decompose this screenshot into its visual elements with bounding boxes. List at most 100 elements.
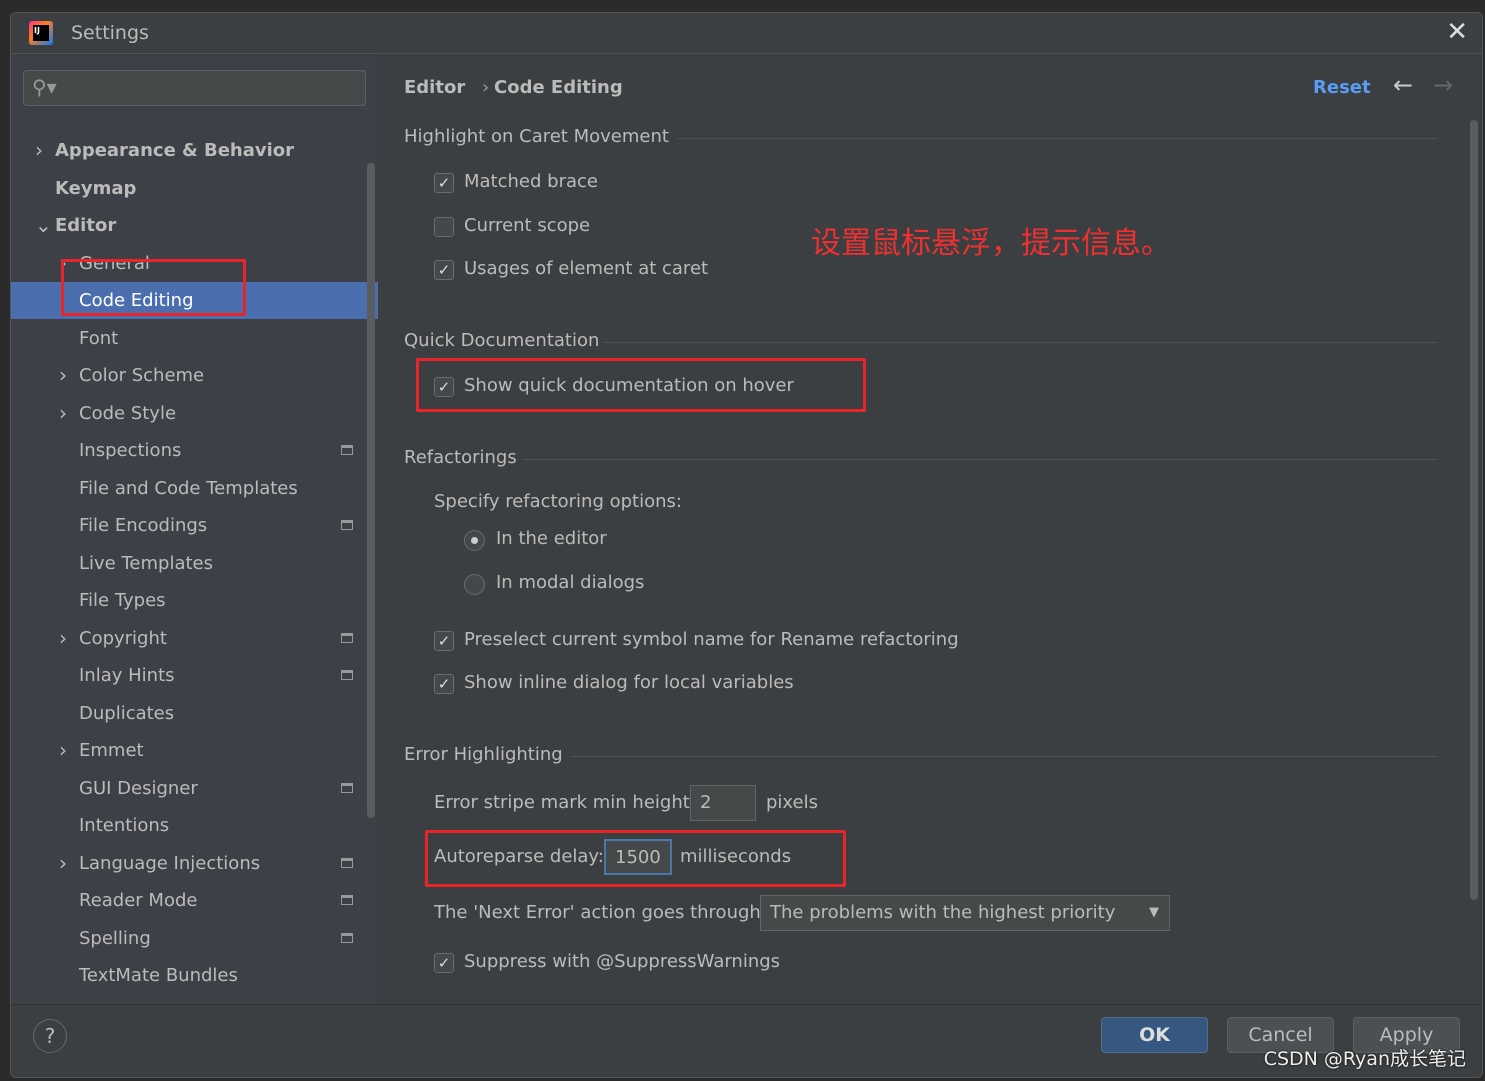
chevron-right-icon[interactable]: › — [59, 620, 67, 657]
section-quickdoc-title: Quick Documentation — [404, 330, 600, 351]
inline-dialog-label: Show inline dialog for local variables — [464, 672, 794, 693]
chevron-right-icon[interactable]: › — [59, 732, 67, 769]
tree-item-label: Color Scheme — [79, 365, 205, 386]
stripe-height-label: Error stripe mark min height: — [434, 792, 696, 813]
matched-brace-checkbox[interactable]: ✓ — [434, 173, 454, 193]
tree-item-label: Intentions — [79, 815, 170, 836]
tree-item-label: Keymap — [55, 177, 137, 199]
tree-item-label: Code Style — [79, 402, 177, 424]
tree-item[interactable]: Font — [11, 320, 378, 357]
title-bar: IJ Settings ✕ — [11, 13, 1482, 54]
breadcrumb-code-editing: Code Editing — [494, 77, 623, 98]
breadcrumb-editor[interactable]: Editor — [404, 77, 465, 98]
project-scope-icon — [341, 932, 353, 943]
project-scope-icon — [341, 895, 353, 905]
divider — [603, 342, 1438, 343]
divider — [570, 756, 1438, 757]
tree-item-label: TextMate Bundles — [79, 965, 238, 986]
stripe-height-input[interactable]: 2 — [690, 785, 756, 821]
settings-sidebar: ⚲▾ › Appearance & Behavior Keymap ⌄ Editor › G… — [11, 55, 378, 1024]
next-error-dropdown[interactable]: The problems with the highest priority ▼ — [760, 895, 1170, 931]
in-editor-radio[interactable] — [464, 530, 485, 551]
tree-item-label: Inspections — [79, 440, 182, 461]
help-button[interactable]: ? — [33, 1019, 67, 1053]
tree-item-label: Emmet — [79, 740, 144, 761]
tree-item-label: Font — [79, 327, 119, 349]
in-modal-radio[interactable] — [464, 574, 485, 595]
tree-item[interactable]: Inspections — [11, 432, 378, 469]
tree-item[interactable]: Spelling — [11, 920, 378, 957]
ok-button[interactable]: OK — [1101, 1017, 1208, 1053]
main-scrollbar[interactable] — [1470, 120, 1478, 900]
usages-label: Usages of element at caret — [464, 258, 709, 279]
tree-item-label: Appearance & Behavior — [55, 140, 295, 161]
project-scope-icon — [341, 670, 353, 680]
section-error-title: Error Highlighting — [404, 744, 563, 765]
project-scope-icon — [341, 782, 353, 793]
tree-item[interactable]: › Copyright — [11, 620, 378, 657]
tree-item-label: Inlay Hints — [79, 665, 175, 686]
tree-item-label: Duplicates — [79, 702, 175, 724]
tree-item-label: Copyright — [79, 627, 167, 649]
tree-item-label: Editor — [55, 215, 117, 236]
tree-item[interactable]: › Emmet — [11, 732, 378, 769]
watermark: CSDN @Ryan成长笔记 — [1263, 1048, 1466, 1070]
matched-brace-label: Matched brace — [464, 171, 598, 192]
chevron-down-icon: ▼ — [1149, 905, 1159, 920]
tree-item[interactable]: Keymap — [11, 170, 378, 207]
inline-dialog-checkbox[interactable]: ✓ — [434, 674, 454, 694]
sidebar-scrollbar[interactable] — [367, 163, 375, 818]
main-panel: Editor › Code Editing Reset ← → Highligh… — [378, 55, 1482, 1004]
preselect-checkbox[interactable]: ✓ — [434, 631, 454, 651]
suppress-label: Suppress with @SuppressWarnings — [464, 951, 781, 972]
current-scope-checkbox[interactable] — [434, 217, 454, 237]
current-scope-label: Current scope — [464, 215, 591, 236]
section-caret-title: Highlight on Caret Movement — [404, 126, 669, 147]
tree-item-label: Reader Mode — [79, 890, 198, 911]
tree-item[interactable]: › Language Injections — [11, 845, 378, 882]
chevron-right-icon[interactable]: › — [35, 132, 43, 169]
arrow-right-icon[interactable]: → — [1433, 71, 1453, 99]
tree-item-label: GUI Designer — [79, 777, 198, 799]
tree-item[interactable]: › Color Scheme — [11, 357, 378, 394]
tree-item[interactable]: Reader Mode — [11, 882, 378, 919]
tree-item-label: Live Templates — [79, 552, 213, 574]
tree-item[interactable]: TextMate Bundles — [11, 957, 378, 994]
in-editor-label: In the editor — [496, 528, 607, 549]
in-modal-label: In modal dialogs — [496, 572, 645, 593]
tree-item[interactable]: › Code Style — [11, 395, 378, 432]
usages-checkbox[interactable]: ✓ — [434, 260, 454, 280]
tree-item-label: Spelling — [79, 927, 151, 949]
tree-item[interactable]: Live Templates — [11, 545, 378, 582]
tree-item[interactable]: File Encodings — [11, 507, 378, 544]
tree-item-label: File and Code Templates — [79, 477, 298, 499]
breadcrumb-separator-icon: › — [482, 77, 490, 98]
close-icon[interactable]: ✕ — [1446, 17, 1468, 47]
section-refactor-title: Refactorings — [404, 447, 517, 468]
chevron-right-icon[interactable]: › — [59, 845, 67, 882]
tree-item-label: File Types — [79, 590, 166, 611]
annotation-text: 设置鼠标悬浮，提示信息。 — [811, 226, 1171, 261]
tree-item[interactable]: Inlay Hints — [11, 657, 378, 694]
next-error-label: The 'Next Error' action goes through: — [434, 902, 767, 923]
project-scope-icon — [341, 632, 353, 643]
tree-item[interactable]: File Types — [11, 582, 378, 619]
search-input[interactable]: ⚲▾ — [23, 70, 366, 106]
chevron-right-icon[interactable]: › — [59, 357, 67, 394]
tree-item[interactable]: Duplicates — [11, 695, 378, 732]
suppress-checkbox[interactable]: ✓ — [434, 953, 454, 973]
settings-dialog: IJ Settings ✕ ⚲▾ › Appearance & Behavior K… — [10, 12, 1483, 1078]
tree-item[interactable]: File and Code Templates — [11, 470, 378, 507]
preselect-label: Preselect current symbol name for Rename… — [464, 629, 959, 650]
tree-item-label: Language Injections — [79, 852, 261, 874]
chevron-down-icon[interactable]: ⌄ — [35, 207, 52, 244]
tree-item[interactable]: Intentions — [11, 807, 378, 844]
tree-item[interactable]: ⌄ Editor — [11, 207, 378, 244]
tree-item[interactable]: › Appearance & Behavior — [11, 132, 378, 169]
arrow-left-icon[interactable]: ← — [1393, 71, 1413, 99]
project-scope-icon — [341, 857, 353, 868]
reset-link[interactable]: Reset — [1313, 77, 1371, 98]
highlight-box-quickdoc — [416, 358, 866, 412]
chevron-right-icon[interactable]: › — [59, 395, 67, 432]
tree-item[interactable]: GUI Designer — [11, 770, 378, 807]
